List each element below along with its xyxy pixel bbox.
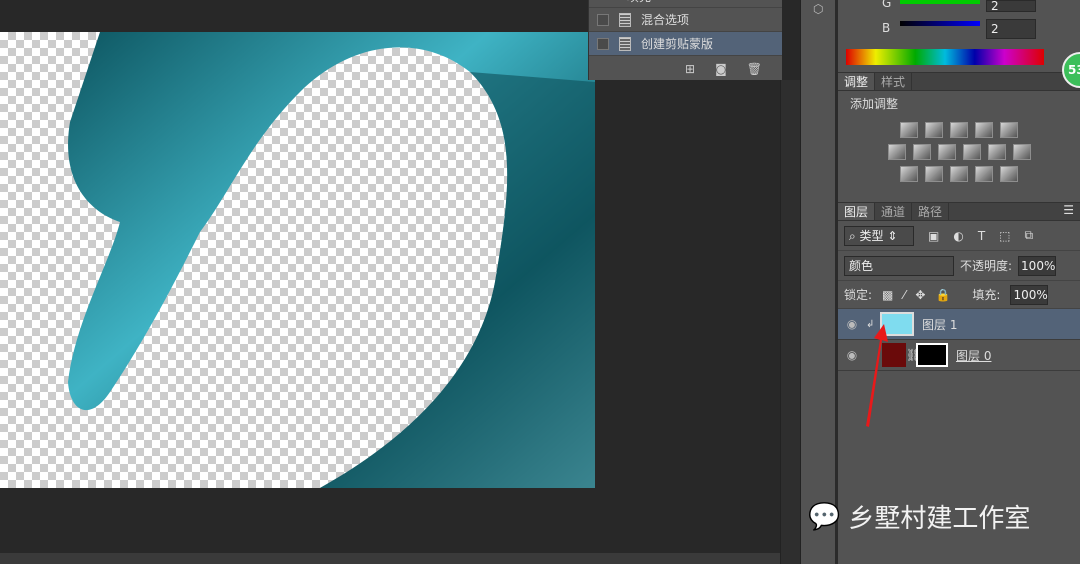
channel-mixer-icon[interactable]: [987, 144, 1006, 160]
lock-move-icon[interactable]: ✥: [915, 288, 925, 302]
right-panels: G 2 B 2 53 调整样式 添加调整 图层通道路径 ☰ ⌕ 类型 ⇕ ▣ ◐ T ⬚…: [838, 0, 1080, 564]
gradient-map-icon[interactable]: [1000, 166, 1018, 182]
vibrance-icon[interactable]: [1000, 122, 1018, 138]
swan-image: [68, 32, 595, 488]
watermark-text: 乡墅村建工作室: [848, 504, 1031, 534]
image-filter-icon[interactable]: ▣: [928, 229, 939, 243]
checkbox[interactable]: [597, 37, 609, 50]
camera-icon[interactable]: ◙: [715, 62, 727, 76]
new-layer-icon[interactable]: ⊞: [685, 62, 695, 76]
color-balance-icon[interactable]: [912, 144, 931, 160]
black-white-icon[interactable]: [937, 144, 956, 160]
blend-mode-select[interactable]: 颜色: [844, 255, 954, 276]
link-icon[interactable]: ⛓: [906, 348, 921, 362]
style-item-fill[interactable]: 填充: [589, 0, 782, 8]
g-label: G: [882, 0, 892, 10]
lock-all-icon[interactable]: 🔒: [935, 288, 950, 302]
g-value-field[interactable]: 2: [986, 0, 1036, 12]
curves-icon[interactable]: [950, 122, 968, 138]
horizontal-scrollbar[interactable]: [0, 553, 780, 564]
style-item-label: 混合选项: [641, 13, 690, 27]
watermark: 💬 乡墅村建工作室: [808, 498, 1030, 535]
b-value-field[interactable]: 2: [986, 19, 1036, 39]
smart-object-filter-icon[interactable]: ⧉: [1025, 228, 1034, 243]
panel-dock: ⬡: [800, 0, 838, 564]
tab-adjustments[interactable]: 调整: [838, 73, 876, 90]
adjustments-panel: 调整 样式 添加调整: [838, 72, 1080, 202]
color-lookup-icon[interactable]: [1012, 144, 1031, 160]
style-menu-panel: 填充 混合选项 创建剪贴蒙版 ⊞ ◙ 🗑: [588, 0, 782, 80]
mask-thumbnail: [916, 343, 948, 367]
levels-icon[interactable]: [925, 122, 943, 138]
blend-mode-value: 颜色: [849, 258, 874, 273]
photo-filter-icon[interactable]: [962, 144, 981, 160]
lock-transparent-icon[interactable]: ▩: [882, 288, 893, 302]
color-panel: G 2 B 2 53: [838, 0, 1080, 88]
b-slider[interactable]: [900, 21, 980, 26]
layer-name[interactable]: 图层 1: [922, 316, 957, 333]
adjustments-heading: 添加调整: [850, 97, 899, 111]
style-item-blend-options[interactable]: 混合选项: [589, 8, 782, 32]
style-item-label: 创建剪贴蒙版: [641, 37, 714, 51]
filter-type-select[interactable]: ⌕ 类型 ⇕: [844, 225, 914, 246]
selective-color-icon[interactable]: [975, 166, 993, 182]
vertical-scrollbar[interactable]: [780, 80, 800, 564]
fill-label: 填充:: [972, 288, 1001, 302]
checkbox[interactable]: [597, 13, 609, 26]
panel-menu-icon[interactable]: ☰: [1063, 203, 1080, 220]
document-icon: [619, 36, 631, 51]
red-arrow-annotation: [866, 324, 888, 427]
shape-filter-icon[interactable]: ⬚: [999, 229, 1010, 243]
g-slider[interactable]: [900, 0, 980, 4]
style-item-label: 填充: [627, 0, 651, 5]
tab-styles[interactable]: 样式: [875, 73, 913, 90]
type-filter-icon[interactable]: T: [978, 229, 985, 243]
b-label: B: [882, 21, 891, 35]
lock-label: 锁定:: [844, 288, 873, 302]
filter-label: 类型: [859, 228, 884, 243]
exposure-icon[interactable]: [975, 122, 993, 138]
style-panel-footer: ⊞ ◙ 🗑: [589, 56, 782, 82]
lock-paint-icon[interactable]: ⁄: [903, 288, 905, 302]
hue-saturation-icon[interactable]: [887, 144, 906, 160]
opacity-field[interactable]: 100%: [1018, 255, 1057, 276]
adjustment-filter-icon[interactable]: ◐: [953, 229, 963, 243]
opacity-label: 不透明度:: [960, 259, 1013, 273]
fill-field[interactable]: 100%: [1010, 284, 1049, 305]
color-spectrum[interactable]: [846, 49, 1044, 65]
threshold-icon[interactable]: [950, 166, 968, 182]
brightness-icon[interactable]: [900, 122, 918, 138]
tab-channels[interactable]: 通道: [875, 203, 913, 220]
tab-paths[interactable]: 路径: [912, 203, 950, 220]
tab-layers[interactable]: 图层: [838, 203, 876, 220]
wechat-icon: 💬: [808, 501, 841, 532]
document-icon: [619, 12, 631, 27]
invert-icon[interactable]: [900, 166, 918, 182]
document-canvas[interactable]: [0, 32, 595, 488]
layer-name[interactable]: 图层 0: [956, 347, 991, 364]
style-item-clipping-mask[interactable]: 创建剪贴蒙版: [589, 32, 782, 56]
posterize-icon[interactable]: [925, 166, 943, 182]
trash-icon[interactable]: 🗑: [747, 62, 762, 76]
3d-icon[interactable]: ⬡: [813, 2, 823, 16]
